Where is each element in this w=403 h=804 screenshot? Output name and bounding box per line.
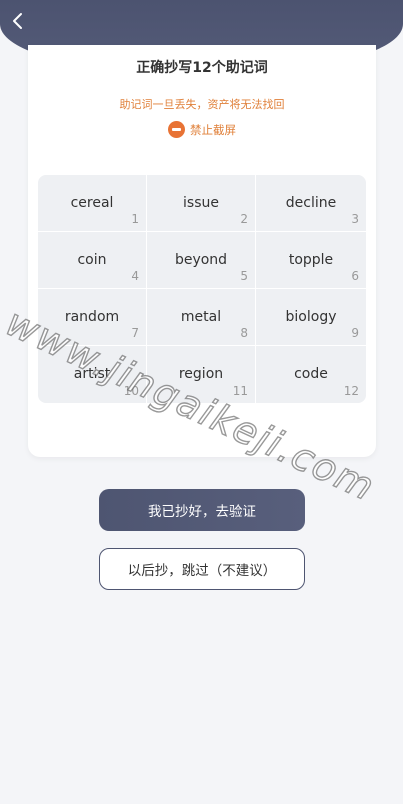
mnemonic-word: coin bbox=[77, 252, 107, 268]
mnemonic-word-cell: decline 3 bbox=[256, 175, 366, 232]
mnemonic-index: 12 bbox=[343, 384, 359, 398]
mnemonic-word-cell: metal 8 bbox=[147, 289, 256, 346]
mnemonic-word-cell: artist 10 bbox=[38, 346, 147, 403]
no-screenshot-notice: 禁止截屏 bbox=[28, 121, 376, 138]
mnemonic-word: decline bbox=[285, 195, 337, 211]
mnemonic-index: 1 bbox=[131, 212, 139, 226]
mnemonic-word: cereal bbox=[70, 195, 114, 211]
loss-warning-text: 助记词一旦丢失，资产将无法找回 bbox=[119, 98, 285, 111]
mnemonic-index: 10 bbox=[123, 384, 139, 398]
mnemonic-word: code bbox=[294, 366, 328, 382]
mnemonic-word-cell: coin 4 bbox=[38, 232, 147, 289]
mnemonic-index: 11 bbox=[232, 384, 248, 398]
page-title: 正确抄写12个助记词 bbox=[136, 60, 268, 76]
mnemonic-word: beyond bbox=[174, 252, 228, 268]
mnemonic-word-cell: region 11 bbox=[147, 346, 256, 403]
mnemonic-word: random bbox=[64, 309, 120, 325]
mnemonic-index: 2 bbox=[240, 212, 248, 226]
mnemonic-card: 正确抄写12个助记词 助记词一旦丢失，资产将无法找回 禁止截屏 cereal 1 … bbox=[28, 45, 376, 457]
mnemonic-word-cell: random 7 bbox=[38, 289, 147, 346]
ban-icon bbox=[168, 121, 185, 138]
mnemonic-word: issue bbox=[183, 195, 219, 211]
mnemonic-index: 5 bbox=[240, 269, 248, 283]
mnemonic-grid: cereal 1 issue 2 decline 3 coin 4 beyond 5 to… bbox=[38, 175, 366, 403]
back-button[interactable] bbox=[8, 10, 30, 32]
mnemonic-word: biology bbox=[285, 309, 337, 325]
mnemonic-index: 4 bbox=[131, 269, 139, 283]
mnemonic-word-cell: beyond 5 bbox=[147, 232, 256, 289]
mnemonic-word: topple bbox=[288, 252, 334, 268]
verify-button[interactable]: 我已抄好，去验证 bbox=[99, 489, 305, 531]
mnemonic-word: region bbox=[178, 366, 224, 382]
chevron-left-icon bbox=[13, 13, 22, 29]
mnemonic-word-cell: code 12 bbox=[256, 346, 366, 403]
mnemonic-index: 8 bbox=[240, 326, 248, 340]
no-screenshot-label: 禁止截屏 bbox=[190, 122, 236, 137]
mnemonic-index: 9 bbox=[351, 326, 359, 340]
mnemonic-word: artist bbox=[73, 366, 111, 382]
mnemonic-index: 3 bbox=[351, 212, 359, 226]
mnemonic-index: 6 bbox=[351, 269, 359, 283]
mnemonic-word-cell: biology 9 bbox=[256, 289, 366, 346]
mnemonic-word-cell: cereal 1 bbox=[38, 175, 147, 232]
skip-button[interactable]: 以后抄，跳过（不建议） bbox=[99, 548, 305, 590]
mnemonic-word-cell: issue 2 bbox=[147, 175, 256, 232]
mnemonic-word: metal bbox=[180, 309, 222, 325]
mnemonic-word-cell: topple 6 bbox=[256, 232, 366, 289]
mnemonic-index: 7 bbox=[131, 326, 139, 340]
